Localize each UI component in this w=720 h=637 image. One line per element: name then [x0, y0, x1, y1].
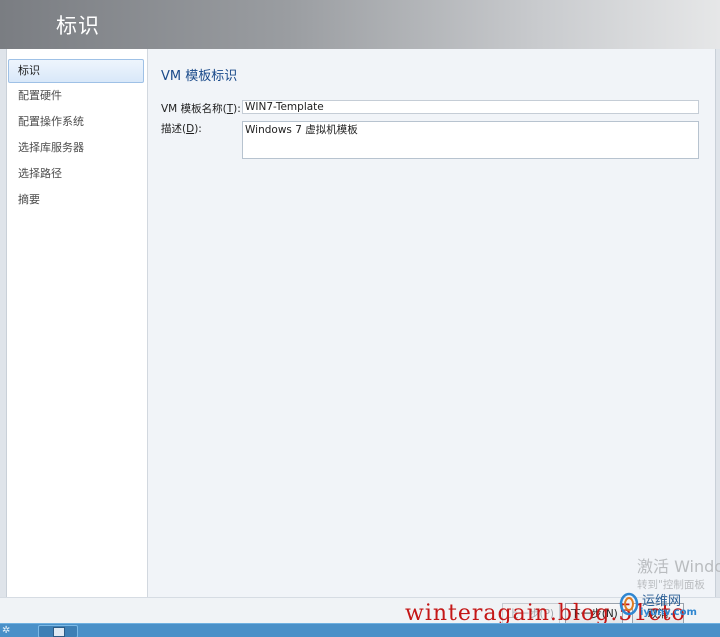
nav-item-configure-hardware[interactable]: 配置硬件: [7, 83, 147, 109]
description-field-label: 描述(D):: [161, 121, 202, 136]
nav-item-summary[interactable]: 摘要: [7, 187, 147, 213]
desc-label-accesskey: D: [186, 123, 195, 135]
name-field-label: VM 模板名称(T):: [161, 101, 241, 116]
wizard-window: 标识 标识 配置硬件 配置操作系统 选择库服务器 选择路径 摘要 VM 模板标识…: [0, 0, 720, 626]
template-name-input[interactable]: [242, 100, 699, 114]
site-watermark: 运维网 iyunv.com: [618, 590, 718, 620]
page-title: 标识: [56, 14, 100, 38]
left-border: [0, 49, 7, 597]
activate-windows-watermark: 激活 Windo: [637, 557, 720, 576]
app-window-icon: [53, 627, 65, 637]
name-label-suffix: ):: [233, 103, 241, 115]
start-icon[interactable]: ✲: [2, 625, 20, 637]
site-url: iyunv.com: [640, 607, 697, 618]
wizard-content: VM 模板标识 VM 模板名称(T): 描述(D): Windows 7 虚拟机…: [148, 49, 716, 597]
section-title: VM 模板标识: [161, 69, 238, 84]
nav-item-configure-os[interactable]: 配置操作系统: [7, 109, 147, 135]
description-textarea[interactable]: Windows 7 虚拟机模板: [242, 121, 699, 159]
nav-item-select-library-server[interactable]: 选择库服务器: [7, 135, 147, 161]
name-label-prefix: VM 模板名称(: [161, 103, 227, 115]
desc-label-prefix: 描述(: [161, 123, 187, 135]
wizard-nav: 标识 配置硬件 配置操作系统 选择库服务器 选择路径 摘要: [7, 49, 148, 597]
site-logo-icon: [619, 592, 639, 616]
desc-label-suffix: ):: [194, 123, 202, 135]
right-border: [715, 49, 720, 623]
taskbar: ✲: [0, 623, 720, 637]
nav-item-select-path[interactable]: 选择路径: [7, 161, 147, 187]
nav-item-identity[interactable]: 标识: [8, 59, 144, 83]
taskbar-app-button[interactable]: [38, 625, 78, 637]
wizard-header: 标识: [0, 0, 720, 49]
